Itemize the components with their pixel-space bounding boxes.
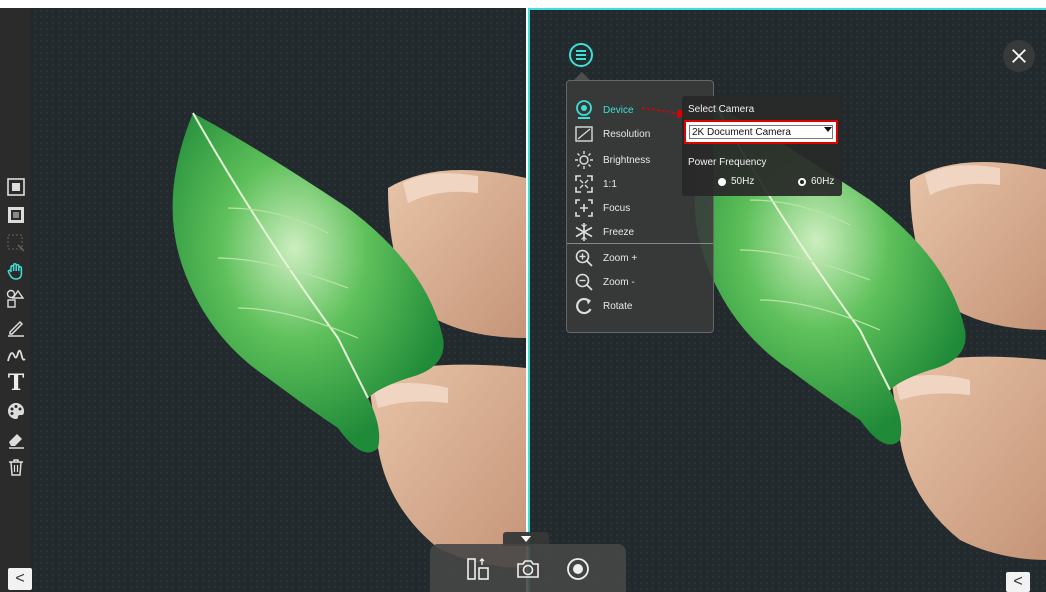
- text-icon[interactable]: T: [5, 372, 27, 394]
- menu-icon: [569, 43, 593, 67]
- close-icon: [1012, 49, 1026, 63]
- menu-item-label: Zoom -: [603, 276, 635, 288]
- collapse-toolbar-button[interactable]: <: [8, 568, 32, 590]
- zoom-in-icon: [573, 248, 595, 268]
- hand-icon[interactable]: [5, 260, 27, 282]
- zoom-out-icon: [573, 272, 595, 292]
- bottom-control-bar: [430, 544, 626, 592]
- menu-item-label: Freeze: [603, 226, 635, 238]
- menu-item-label: Device: [603, 104, 634, 116]
- text-tool-glyph: T: [7, 370, 25, 396]
- power-frequency-label: Power Frequency: [688, 157, 767, 168]
- snapshot-button[interactable]: [514, 555, 542, 583]
- camera-select[interactable]: 2K Document Camera: [684, 120, 838, 144]
- layout-switch-icon: [467, 558, 489, 580]
- frame-icon[interactable]: [5, 204, 27, 226]
- fullscreen-icon: [573, 174, 595, 194]
- square-icon[interactable]: [5, 176, 27, 198]
- menu-item-zoom-out[interactable]: Zoom -: [573, 271, 707, 293]
- leaf-photo-left: [8, 8, 526, 592]
- menu-item-rotate[interactable]: Rotate: [573, 295, 707, 317]
- left-camera-view: [8, 8, 526, 592]
- radio-50hz[interactable]: 50Hz: [718, 176, 754, 187]
- menu-divider: [567, 243, 713, 244]
- snowflake-icon: [573, 222, 595, 242]
- menu-item-label: Brightness: [603, 154, 651, 166]
- menu-item-freeze[interactable]: Freeze: [573, 221, 707, 243]
- device-submenu: Select Camera 2K Document Camera Power F…: [682, 96, 842, 196]
- trash-icon[interactable]: [5, 456, 27, 478]
- select-camera-label: Select Camera: [688, 104, 755, 115]
- menu-item-label: Zoom +: [603, 252, 638, 264]
- record-button[interactable]: [564, 555, 592, 583]
- layout-switch-button[interactable]: [464, 555, 492, 583]
- camera-app: T < Device Resolution Brightness 1:1 Foc…: [0, 0, 1046, 592]
- select-area-icon[interactable]: [5, 232, 27, 254]
- menu-item-focus[interactable]: Focus: [573, 197, 707, 219]
- collapse-right-button[interactable]: <: [1006, 572, 1030, 592]
- camera-icon: [517, 560, 539, 578]
- menu-caret: [574, 72, 590, 80]
- webcam-icon: [573, 100, 595, 120]
- record-icon: [567, 558, 589, 580]
- menu-item-label: 1:1: [603, 178, 617, 190]
- radio-60hz[interactable]: 60Hz: [798, 176, 834, 187]
- pencil-icon[interactable]: [5, 316, 27, 338]
- drawing-toolbar: T: [0, 8, 30, 592]
- camera-select-value: 2K Document Camera: [689, 125, 833, 139]
- handwriting-icon[interactable]: [5, 344, 27, 366]
- radio-label: 60Hz: [811, 176, 835, 187]
- menu-item-zoom-in[interactable]: Zoom +: [573, 247, 707, 269]
- menu-button[interactable]: [568, 42, 594, 68]
- radio-dot: [798, 177, 806, 186]
- eraser-icon[interactable]: [5, 428, 27, 450]
- caret-down-icon: [521, 536, 531, 542]
- radio-dot: [718, 177, 726, 186]
- focus-icon: [573, 198, 595, 218]
- menu-item-label: Focus: [603, 202, 631, 214]
- palette-icon[interactable]: [5, 400, 27, 422]
- radio-label: 50Hz: [731, 176, 755, 187]
- resolution-icon: [573, 124, 595, 144]
- close-button[interactable]: [1003, 40, 1035, 72]
- rotate-icon: [573, 296, 595, 316]
- menu-item-label: Resolution: [603, 128, 651, 140]
- menu-item-label: Rotate: [603, 300, 633, 312]
- chevron-down-icon: [824, 127, 832, 132]
- brightness-icon: [573, 150, 595, 170]
- shapes-icon[interactable]: [5, 288, 27, 310]
